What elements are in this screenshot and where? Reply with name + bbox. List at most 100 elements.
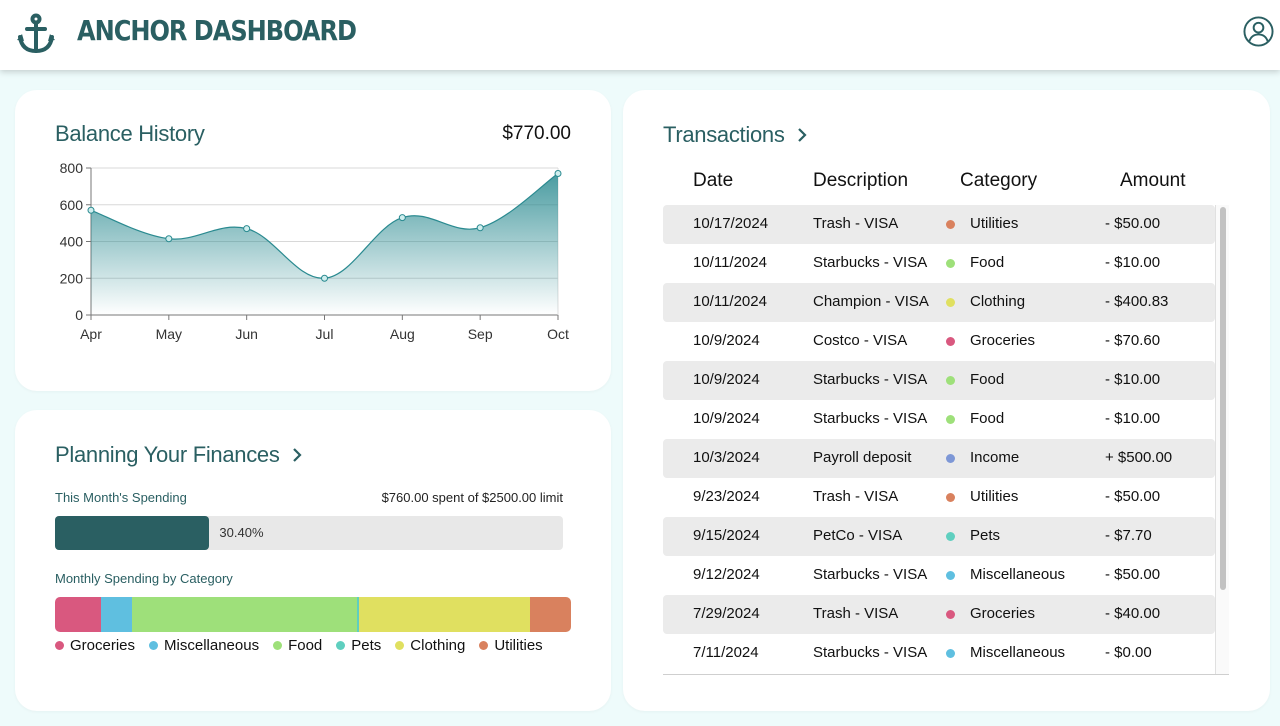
category-dot: [946, 454, 955, 463]
transaction-amount: - $50.00: [1105, 566, 1161, 583]
transactions-card: Transactions Date Description Category A…: [623, 90, 1270, 711]
legend-label: Pets: [351, 637, 382, 654]
scrollbar-thumb[interactable]: [1220, 207, 1226, 590]
table-row[interactable]: 9/15/2024 PetCo - VISA Pets - $7.70: [663, 517, 1215, 556]
table-row[interactable]: 9/23/2024 Trash - VISA Utilities - $50.00: [663, 478, 1215, 517]
table-row[interactable]: 10/11/2024 Starbucks - VISA Food - $10.00: [663, 244, 1215, 283]
column-header-amount: Amount: [1120, 170, 1186, 191]
transactions-scrollbar[interactable]: [1215, 205, 1229, 674]
transactions-title: Transactions: [663, 122, 785, 147]
category-dot: [946, 376, 955, 385]
planning-link[interactable]: Planning Your Finances: [55, 442, 304, 468]
transaction-amount: - $400.83: [1105, 293, 1169, 310]
transaction-amount: - $40.00: [1105, 605, 1161, 622]
legend-item: Food: [273, 637, 322, 654]
spending-progress-fill: [55, 516, 210, 550]
y-tick-label: 400: [60, 234, 84, 250]
category-segment: [132, 597, 357, 632]
y-tick-label: 600: [60, 197, 84, 213]
category-dot: [946, 415, 955, 424]
transaction-amount: - $7.70: [1105, 527, 1152, 544]
app-title: ANCHOR DASHBOARD: [77, 14, 357, 47]
chevron-right-icon: [797, 128, 807, 142]
transactions-header-row: Date Description Category Amount: [663, 170, 1215, 196]
table-row[interactable]: 10/17/2024 Trash - VISA Utilities - $50.00: [663, 205, 1215, 244]
transaction-category: Pets: [970, 527, 1001, 544]
transaction-category: Income: [970, 449, 1020, 466]
category-dot: [946, 571, 955, 580]
data-point: [321, 274, 328, 282]
transaction-amount: - $70.60: [1105, 332, 1161, 349]
user-circle-icon[interactable]: [1243, 16, 1274, 47]
legend-label: Clothing: [410, 637, 466, 654]
transaction-description: Trash - VISA: [813, 215, 899, 232]
transaction-date: 9/12/2024: [693, 566, 760, 583]
category-dot: [946, 220, 955, 229]
table-row[interactable]: 10/11/2024 Champion - VISA Clothing - $400.…: [663, 283, 1215, 322]
transaction-category: Food: [970, 410, 1005, 427]
transaction-amount: - $10.00: [1105, 371, 1161, 388]
transaction-category: Clothing: [970, 293, 1026, 310]
column-header-category: Category: [960, 170, 1038, 191]
transactions-list[interactable]: 10/17/2024 Trash - VISA Utilities - $50.00 1…: [663, 205, 1215, 674]
category-dot: [946, 259, 955, 268]
transaction-category: Groceries: [970, 332, 1036, 349]
x-tick-label: Jul: [316, 326, 334, 342]
planning-card: Planning Your Finances This Month's Spen…: [15, 410, 611, 711]
transaction-category: Groceries: [970, 605, 1036, 622]
app-header: ANCHOR DASHBOARD: [0, 0, 1280, 70]
category-dot: [946, 493, 955, 502]
category-stacked-bar: [55, 597, 571, 632]
transaction-description: Trash - VISA: [813, 488, 899, 505]
transaction-description: PetCo - VISA: [813, 527, 903, 544]
transaction-date: 10/9/2024: [693, 332, 760, 349]
category-dot: [946, 532, 955, 541]
table-row[interactable]: 10/3/2024 Payroll deposit Income + $500.00: [663, 439, 1215, 478]
legend-dot: [336, 641, 346, 650]
transaction-date: 7/11/2024: [693, 644, 759, 661]
transaction-category: Utilities: [970, 488, 1019, 505]
spending-progress-text: 30.40%: [219, 525, 264, 540]
y-tick-label: 800: [60, 160, 84, 176]
table-row[interactable]: 10/9/2024 Starbucks - VISA Food - $10.00: [663, 400, 1215, 439]
category-dot: [946, 337, 955, 346]
table-row[interactable]: 7/29/2024 Trash - VISA Groceries - $40.00: [663, 595, 1215, 634]
category-dot: [946, 298, 955, 307]
data-point: [165, 235, 173, 243]
transaction-date: 10/9/2024: [693, 410, 760, 427]
balance-area: [91, 173, 558, 315]
table-row[interactable]: 10/9/2024 Starbucks - VISA Food - $10.00: [663, 361, 1215, 400]
transaction-description: Starbucks - VISA: [813, 566, 928, 583]
transaction-date: 10/3/2024: [693, 449, 760, 466]
category-dot: [946, 649, 955, 658]
legend-label: Utilities: [494, 637, 543, 654]
legend-dot: [149, 641, 159, 650]
transaction-amount: - $10.00: [1105, 254, 1161, 271]
transaction-amount: - $10.00: [1105, 410, 1161, 427]
category-spending-label: Monthly Spending by Category: [55, 571, 233, 586]
column-header-description: Description: [813, 170, 909, 191]
x-tick-label: May: [156, 326, 182, 342]
x-tick-label: Oct: [547, 326, 569, 342]
planning-title: Planning Your Finances: [55, 442, 280, 467]
transactions-link[interactable]: Transactions: [663, 122, 809, 148]
transaction-category: Utilities: [970, 215, 1019, 232]
table-row[interactable]: 7/11/2024 Starbucks - VISA Miscellaneous - …: [663, 634, 1215, 673]
legend-label: Groceries: [70, 637, 136, 654]
transaction-date: 10/17/2024: [693, 215, 769, 232]
y-tick-label: 0: [75, 307, 83, 323]
x-tick-label: Jun: [235, 326, 258, 342]
transaction-date: 7/29/2024: [693, 605, 760, 622]
transaction-description: Starbucks - VISA: [813, 644, 928, 661]
legend-item: Clothing: [395, 637, 465, 654]
transaction-amount: - $50.00: [1105, 488, 1161, 505]
spending-label: This Month's Spending: [55, 490, 187, 505]
balance-history-card: Balance History $770.00 0 200 400 600 800 Apr…: [15, 90, 611, 391]
table-row[interactable]: 9/12/2024 Starbucks - VISA Miscellaneous - …: [663, 556, 1215, 595]
legend-dot: [55, 641, 64, 650]
transaction-date: 10/11/2024: [693, 254, 767, 271]
legend-dot: [395, 641, 405, 650]
transaction-category: Food: [970, 371, 1005, 388]
transaction-amount: - $0.00: [1105, 644, 1152, 661]
table-row[interactable]: 10/9/2024 Costco - VISA Groceries - $70.60: [663, 322, 1215, 361]
